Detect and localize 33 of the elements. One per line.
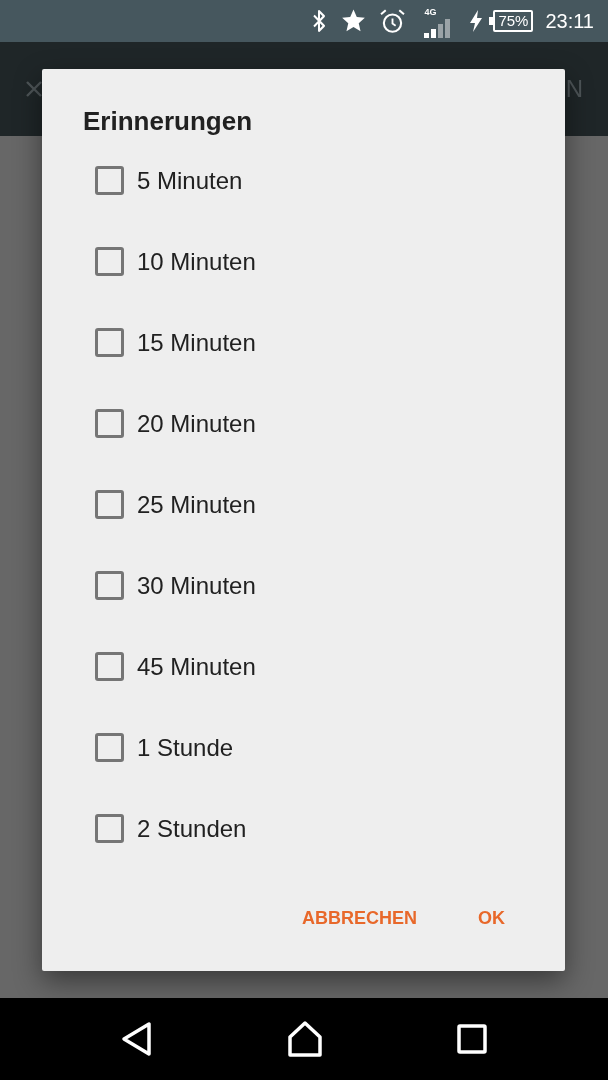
network-type-label: 4G (424, 7, 437, 17)
dialog-title: Erinnerungen (82, 105, 253, 138)
clock-time: 23:11 (545, 9, 594, 33)
option-label: 45 Minuten (137, 652, 256, 681)
option-label: 2 Stunden (137, 814, 247, 843)
option-label: 20 Minuten (137, 409, 256, 438)
home-icon[interactable] (287, 1020, 323, 1058)
checkbox[interactable] (95, 733, 124, 762)
checkbox[interactable] (95, 571, 124, 600)
option-label: 5 Minuten (137, 166, 243, 195)
checkbox[interactable] (95, 328, 124, 357)
checkbox[interactable] (95, 652, 124, 681)
square-icon[interactable] (457, 1024, 487, 1054)
option-label: 15 Minuten (137, 328, 256, 357)
signal-icon (424, 19, 451, 38)
dialog-button[interactable]: OK (462, 894, 521, 942)
checkbox[interactable] (95, 166, 124, 195)
option-label: 30 Minuten (137, 571, 256, 600)
option-label: 1 Stunde (137, 733, 234, 762)
charging-bolt-icon (470, 10, 483, 32)
option-label: 25 Minuten (137, 490, 256, 519)
star-icon (341, 9, 367, 33)
checkbox[interactable] (95, 409, 124, 438)
checkbox[interactable] (95, 490, 124, 519)
option-label: 10 Minuten (137, 247, 256, 276)
bluetooth-icon (312, 9, 327, 33)
back-icon[interactable] (121, 1021, 153, 1057)
checkbox[interactable] (95, 247, 124, 276)
checkbox[interactable] (95, 814, 124, 843)
close-icon[interactable] (26, 81, 42, 97)
alarm-clock-icon (380, 8, 406, 34)
dialog-button[interactable]: ABBRECHEN (286, 894, 433, 942)
battery-indicator: 75% (489, 10, 534, 32)
